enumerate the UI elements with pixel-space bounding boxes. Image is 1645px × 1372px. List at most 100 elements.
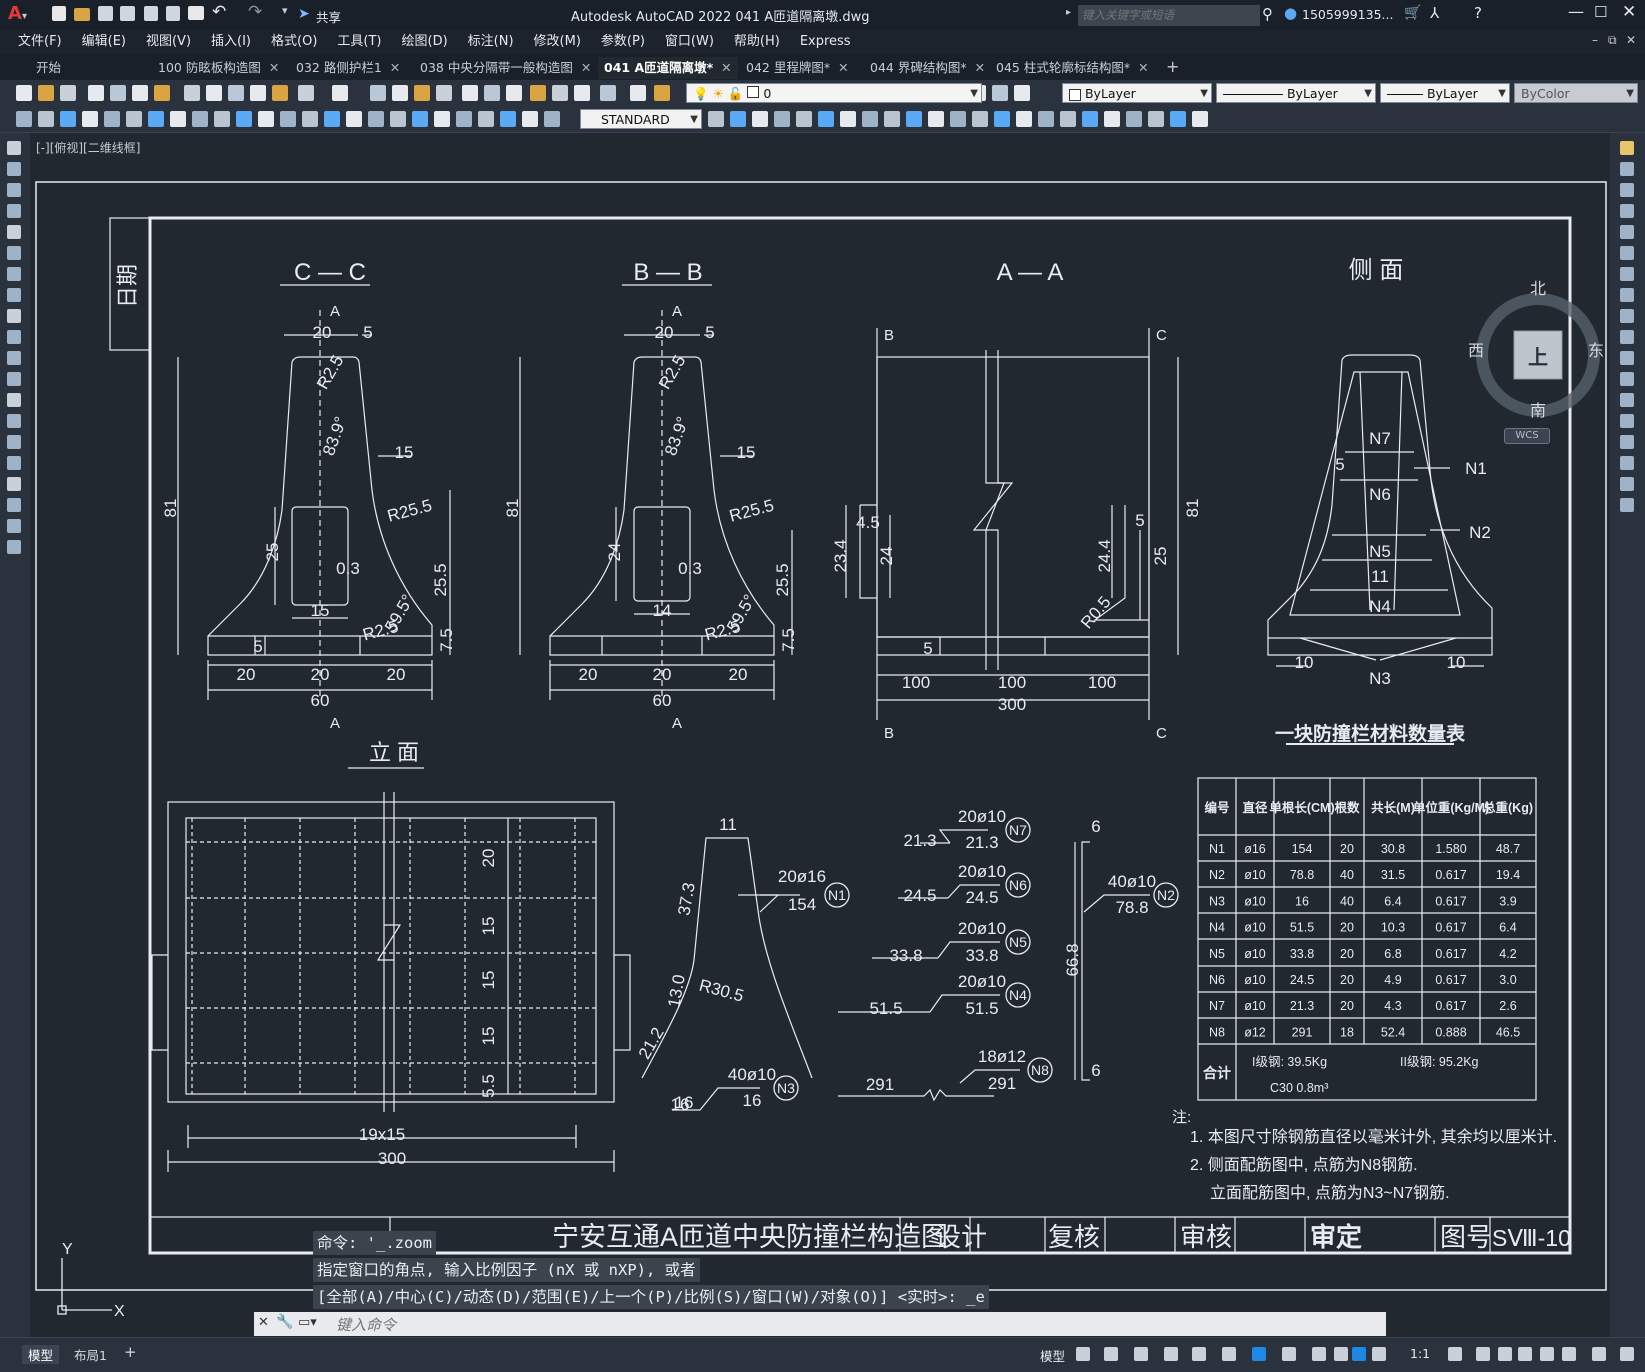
- isolate-icon[interactable]: [1540, 1347, 1554, 1361]
- region-icon[interactable]: [7, 477, 21, 491]
- dim-aligned-icon[interactable]: [324, 111, 340, 127]
- dim-diameter-icon[interactable]: [412, 111, 428, 127]
- copy-icon[interactable]: [574, 85, 590, 101]
- dim-ordinate-icon[interactable]: [82, 111, 98, 127]
- save-icon[interactable]: [98, 6, 113, 21]
- autocad-logo-icon[interactable]: A▾: [8, 3, 27, 24]
- compass-south[interactable]: 南: [1530, 397, 1546, 421]
- view-icon[interactable]: [708, 111, 724, 127]
- annotation-visibility-icon[interactable]: [1352, 1347, 1366, 1361]
- properties-icon[interactable]: [370, 85, 386, 101]
- workspace-icon[interactable]: [1448, 1347, 1462, 1361]
- dim-arc-icon[interactable]: [346, 111, 362, 127]
- preview-icon[interactable]: [506, 85, 522, 101]
- plotstyle-combo[interactable]: ByColor ▼: [1514, 83, 1638, 103]
- search-icon[interactable]: ⚲: [1262, 5, 1273, 23]
- point-icon[interactable]: [7, 414, 21, 428]
- zoom-icon[interactable]: [992, 85, 1008, 101]
- qdim-icon[interactable]: [456, 111, 472, 127]
- view-icon[interactable]: [280, 111, 296, 127]
- dim-linear-icon[interactable]: [1016, 111, 1032, 127]
- share-button[interactable]: 共享: [316, 7, 341, 26]
- paste-icon[interactable]: [206, 85, 222, 101]
- tab-start[interactable]: 开始: [30, 57, 67, 79]
- publish-icon[interactable]: [530, 85, 546, 101]
- command-input[interactable]: [334, 1314, 1378, 1336]
- units-icon[interactable]: [1498, 1347, 1512, 1361]
- mirror-icon[interactable]: [1620, 183, 1634, 197]
- polyline-icon[interactable]: [7, 183, 21, 197]
- menu-item[interactable]: 格式(O): [261, 30, 327, 54]
- redo-icon[interactable]: ↷: [248, 2, 262, 22]
- user-icon[interactable]: ●: [1284, 4, 1297, 22]
- ellipse-arc-icon[interactable]: [7, 351, 21, 365]
- viewcube[interactable]: 北 南 东 西 上: [1466, 273, 1608, 423]
- dim-aligned-icon[interactable]: [38, 111, 54, 127]
- compass-east[interactable]: 东: [1588, 337, 1604, 361]
- mtext-icon[interactable]: [7, 519, 21, 533]
- open-icon[interactable]: [436, 85, 452, 101]
- layer-icon[interactable]: [392, 85, 408, 101]
- menu-item[interactable]: 标注(N): [458, 30, 524, 54]
- dim-arc-icon[interactable]: [60, 111, 76, 127]
- break-icon[interactable]: [1620, 393, 1634, 407]
- layer-combo[interactable]: 💡 ☀ 🔓 0 ▼: [686, 83, 982, 103]
- menu-item[interactable]: 窗口(W): [655, 30, 724, 54]
- lineweight-icon[interactable]: [1282, 1347, 1296, 1361]
- construction-line-icon[interactable]: [7, 162, 21, 176]
- qdim-icon[interactable]: [884, 111, 900, 127]
- tab-file[interactable]: 038 中央分隔带一般构造图 ✕: [414, 57, 597, 79]
- color-combo[interactable]: ByLayer ▼: [1062, 83, 1212, 103]
- move-icon[interactable]: [1620, 246, 1634, 260]
- search-expand-icon[interactable]: ▸: [1066, 7, 1071, 18]
- dim-angular-icon[interactable]: [148, 111, 164, 127]
- scale-icon[interactable]: [1620, 288, 1634, 302]
- osnap-track-icon[interactable]: [1222, 1347, 1236, 1361]
- annotation-scale[interactable]: 1:1: [1410, 1346, 1430, 1361]
- dim-baseline-icon[interactable]: [906, 111, 922, 127]
- chamfer-icon[interactable]: [1620, 435, 1634, 449]
- gradient-icon[interactable]: [7, 456, 21, 470]
- tab-file[interactable]: 032 路侧护栏1 ✕: [290, 57, 406, 79]
- dim-radius-icon[interactable]: [1104, 111, 1120, 127]
- transparency-icon[interactable]: [1312, 1347, 1326, 1361]
- tab-close-icon[interactable]: ✕: [838, 60, 848, 75]
- dim-linear-icon[interactable]: [730, 111, 746, 127]
- linetype-combo[interactable]: ByLayer ▼: [1216, 83, 1376, 103]
- ortho-icon[interactable]: [1134, 1347, 1148, 1361]
- compass-north[interactable]: 北: [1530, 275, 1546, 299]
- view-icon[interactable]: [994, 111, 1010, 127]
- line-icon[interactable]: [7, 141, 21, 155]
- new-icon[interactable]: [16, 85, 32, 101]
- publish-icon[interactable]: [132, 85, 148, 101]
- make-block-icon[interactable]: [7, 393, 21, 407]
- stretch-icon[interactable]: [1620, 309, 1634, 323]
- minimize-icon[interactable]: —: [1568, 2, 1584, 21]
- pan-icon[interactable]: [298, 85, 314, 101]
- tab-file[interactable]: 045 柱式轮廓标结构图* ✕: [990, 57, 1155, 79]
- command-prompt-icon[interactable]: ▭▾: [298, 1315, 317, 1330]
- offset-icon[interactable]: [1620, 204, 1634, 218]
- osnap-icon[interactable]: [1252, 1347, 1266, 1361]
- matchprop-icon[interactable]: [228, 85, 244, 101]
- blend-icon[interactable]: [1620, 477, 1634, 491]
- dim-angular-icon[interactable]: [1148, 111, 1164, 127]
- drawing-canvas[interactable]: [-][俯视][二维线框] 日期 C — C B — B A — A 侧 面 立…: [30, 133, 1610, 1337]
- customization-icon[interactable]: [1620, 1347, 1634, 1361]
- center-mark-icon[interactable]: [258, 111, 274, 127]
- copy-icon[interactable]: [1620, 162, 1634, 176]
- qdim-icon[interactable]: [1170, 111, 1186, 127]
- compass-west[interactable]: 西: [1468, 337, 1484, 361]
- tab-layout1[interactable]: 布局1: [74, 1345, 107, 1364]
- rectangle-icon[interactable]: [7, 225, 21, 239]
- new-icon[interactable]: [52, 6, 66, 21]
- menu-item[interactable]: 工具(T): [327, 30, 391, 54]
- menu-item[interactable]: 参数(P): [591, 30, 655, 54]
- cut-icon[interactable]: [154, 85, 170, 101]
- qdim-icon[interactable]: [170, 111, 186, 127]
- wrench-icon[interactable]: 🔧: [276, 1314, 293, 1330]
- tab-file-active[interactable]: 041 A匝道隔离墩* ✕: [598, 57, 738, 79]
- tab-close-icon[interactable]: ✕: [581, 60, 591, 75]
- properties-icon[interactable]: [1014, 85, 1030, 101]
- close-icon[interactable]: ✕: [1622, 2, 1636, 22]
